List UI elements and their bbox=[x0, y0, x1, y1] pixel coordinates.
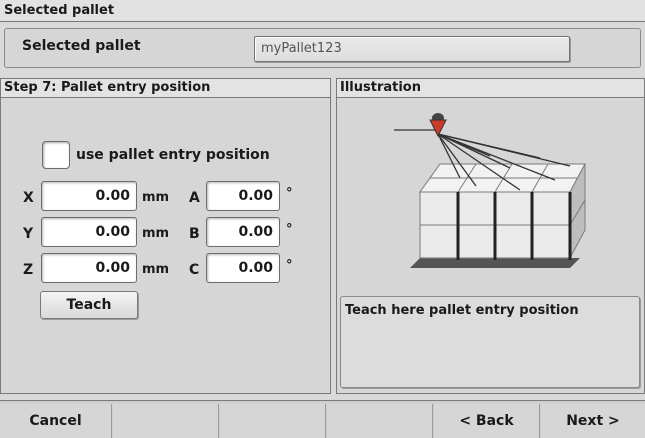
next-button[interactable]: Next > bbox=[541, 404, 645, 438]
b-field[interactable]: 0.00 bbox=[206, 217, 280, 247]
x-field[interactable]: 0.00 bbox=[41, 181, 137, 211]
teach-button[interactable]: Teach bbox=[40, 291, 138, 319]
selected-pallet-label: Selected pallet bbox=[22, 38, 141, 54]
axis-label-y: Y bbox=[23, 226, 34, 242]
axis-label-c: C bbox=[189, 262, 200, 278]
illustration-hint: Teach here pallet entry position bbox=[340, 296, 640, 388]
b-unit: ° bbox=[286, 222, 293, 237]
y-field[interactable]: 0.00 bbox=[41, 217, 137, 247]
step-panel-title: Step 7: Pallet entry position bbox=[1, 79, 330, 98]
a-field[interactable]: 0.00 bbox=[206, 181, 280, 211]
axis-label-b: B bbox=[189, 226, 200, 242]
pallet-illustration bbox=[394, 113, 586, 268]
z-field[interactable]: 0.00 bbox=[41, 253, 137, 283]
axis-label-x: X bbox=[23, 190, 34, 206]
use-entry-position-checkbox[interactable] bbox=[42, 141, 70, 169]
sensor-icon bbox=[429, 113, 447, 138]
a-unit: ° bbox=[286, 186, 293, 201]
z-unit: mm bbox=[142, 262, 170, 277]
footer-empty-3 bbox=[327, 404, 433, 438]
use-entry-position-label: use pallet entry position bbox=[76, 147, 270, 163]
footer-empty-2 bbox=[220, 404, 326, 438]
axis-label-z: Z bbox=[23, 262, 34, 278]
cancel-button[interactable]: Cancel bbox=[0, 404, 112, 438]
selected-pallet-field[interactable]: myPallet123 bbox=[254, 36, 570, 62]
y-unit: mm bbox=[142, 226, 170, 241]
illustration-title: Illustration bbox=[337, 79, 644, 98]
x-unit: mm bbox=[142, 190, 170, 205]
c-unit: ° bbox=[286, 258, 293, 273]
c-field[interactable]: 0.00 bbox=[206, 253, 280, 283]
axis-label-a: A bbox=[189, 190, 200, 206]
back-button[interactable]: < Back bbox=[434, 404, 540, 438]
footer-empty-1 bbox=[113, 404, 219, 438]
header-title: Selected pallet bbox=[0, 0, 645, 22]
